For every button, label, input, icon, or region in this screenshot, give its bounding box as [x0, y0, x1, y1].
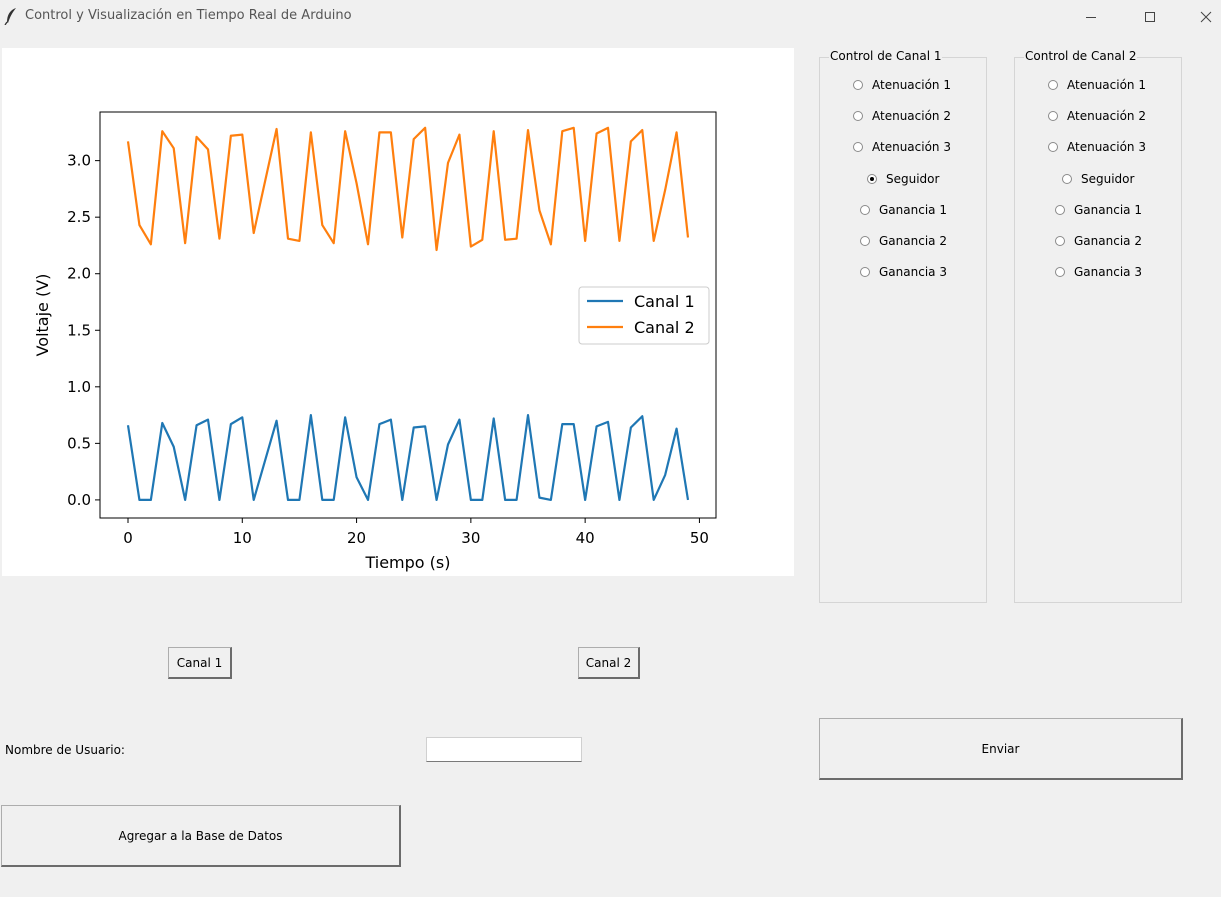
x-tick-label: 20: [347, 529, 366, 547]
radio-label: Atenuación 3: [1067, 140, 1146, 155]
channel1-option-2[interactable]: Atenuación 2: [853, 108, 951, 124]
x-axis-label: Tiempo (s): [364, 553, 450, 572]
radio-indicator[interactable]: [1055, 204, 1065, 215]
x-tick-label: 10: [233, 529, 252, 547]
y-tick-label: 2.0: [67, 265, 91, 283]
radio-label: Seguidor: [1081, 171, 1135, 186]
radio-label: Ganancia 1: [879, 202, 947, 217]
radio-indicator[interactable]: [1055, 236, 1065, 246]
channel1-control-title: Control de Canal 1: [829, 49, 943, 63]
radio-label: Ganancia 2: [1074, 234, 1142, 248]
legend-label: Canal 1: [634, 292, 695, 311]
channel1-option-6[interactable]: Ganancia 2: [860, 233, 947, 249]
radio-label: Atenuación 1: [1067, 78, 1146, 92]
close-icon: [1200, 11, 1212, 22]
radio-indicator[interactable]: [860, 236, 870, 246]
x-tick-label: 0: [123, 529, 133, 547]
y-tick-label: 3.0: [67, 152, 91, 170]
channel1-option-4[interactable]: Seguidor: [867, 171, 939, 187]
radio-indicator[interactable]: [853, 142, 863, 153]
y-tick-label: 0.0: [67, 491, 91, 509]
canal2-button[interactable]: Canal 2: [578, 647, 640, 679]
radio-indicator[interactable]: [860, 204, 870, 215]
radio-label: Ganancia 3: [1074, 265, 1142, 280]
radio-label: Atenuación 2: [1067, 109, 1146, 124]
username-label: Nombre de Usuario:: [5, 743, 125, 757]
channel1-option-3[interactable]: Atenuación 3: [853, 139, 951, 155]
radio-indicator[interactable]: [1048, 142, 1058, 153]
channel2-option-6[interactable]: Ganancia 2: [1055, 233, 1142, 249]
channel2-option-5[interactable]: Ganancia 1: [1055, 202, 1142, 218]
channel2-option-7[interactable]: Ganancia 3: [1055, 264, 1142, 280]
y-tick-label: 2.5: [67, 208, 91, 226]
feather-icon: [4, 8, 16, 25]
channel2-option-1[interactable]: Atenuación 1: [1048, 77, 1146, 93]
canal1-button[interactable]: Canal 1: [168, 647, 232, 679]
series-line-1: [126, 413, 690, 502]
title-bar: Control y Visualización en Tiempo Real d…: [0, 0, 1221, 33]
radio-label: Ganancia 1: [1074, 202, 1142, 217]
radio-indicator[interactable]: [1048, 80, 1058, 90]
radio-label: Atenuación 3: [872, 140, 951, 155]
channel2-option-3[interactable]: Atenuación 3: [1048, 139, 1146, 155]
radio-indicator[interactable]: [1048, 111, 1058, 122]
channel1-option-5[interactable]: Ganancia 1: [860, 202, 947, 218]
x-tick-label: 50: [690, 529, 709, 547]
plot-canvas: 0 10 20 30 40 50 0.0 0.5 1.0 1.5 2.0 2.5 3.0 Tiempo (…: [2, 48, 794, 576]
channel2-control-title: Control de Canal 2: [1024, 49, 1138, 63]
channel2-option-2[interactable]: Atenuación 2: [1048, 108, 1146, 124]
enviar-button[interactable]: Enviar: [819, 718, 1183, 780]
radio-label: Atenuación 1: [872, 78, 951, 92]
y-tick-label: 0.5: [67, 434, 91, 452]
radio-indicator[interactable]: [853, 80, 863, 90]
legend-label: Canal 2: [634, 318, 695, 337]
radio-label: Ganancia 2: [879, 234, 947, 248]
radio-indicator[interactable]: [1062, 173, 1072, 184]
channel1-option-1[interactable]: Atenuación 1: [853, 77, 951, 93]
x-tick-label: 40: [576, 529, 595, 547]
channel1-option-7[interactable]: Ganancia 3: [860, 264, 947, 280]
radio-indicator[interactable]: [867, 173, 877, 184]
channel2-option-4[interactable]: Seguidor: [1062, 171, 1134, 187]
radio-indicator[interactable]: [1055, 267, 1065, 278]
y-tick-label: 1.5: [67, 321, 91, 339]
series-line-2: [126, 126, 690, 252]
maximize-icon: [1145, 11, 1155, 22]
radio-indicator[interactable]: [853, 111, 863, 122]
radio-label: Seguidor: [886, 171, 940, 186]
radio-indicator[interactable]: [860, 267, 870, 278]
radio-label: Ganancia 3: [879, 265, 947, 280]
username-input[interactable]: [426, 737, 582, 762]
voltage-chart: 0 10 20 30 40 50 0.0 0.5 1.0 1.5 2.0 2.5 3.0 Tiempo (…: [33, 111, 717, 572]
x-tick-label: 30: [461, 529, 480, 547]
y-axis-label: Voltaje (V): [33, 274, 52, 357]
minimize-button[interactable]: [1068, 0, 1114, 33]
minimize-icon: [1086, 16, 1096, 18]
maximize-button[interactable]: [1127, 0, 1173, 33]
close-button[interactable]: [1183, 0, 1221, 33]
y-tick-label: 1.0: [67, 378, 91, 396]
window-title: Control y Visualización en Tiempo Real d…: [25, 8, 352, 23]
add-to-database-button[interactable]: Agregar a la Base de Datos: [1, 805, 401, 867]
radio-label: Atenuación 2: [872, 109, 951, 124]
